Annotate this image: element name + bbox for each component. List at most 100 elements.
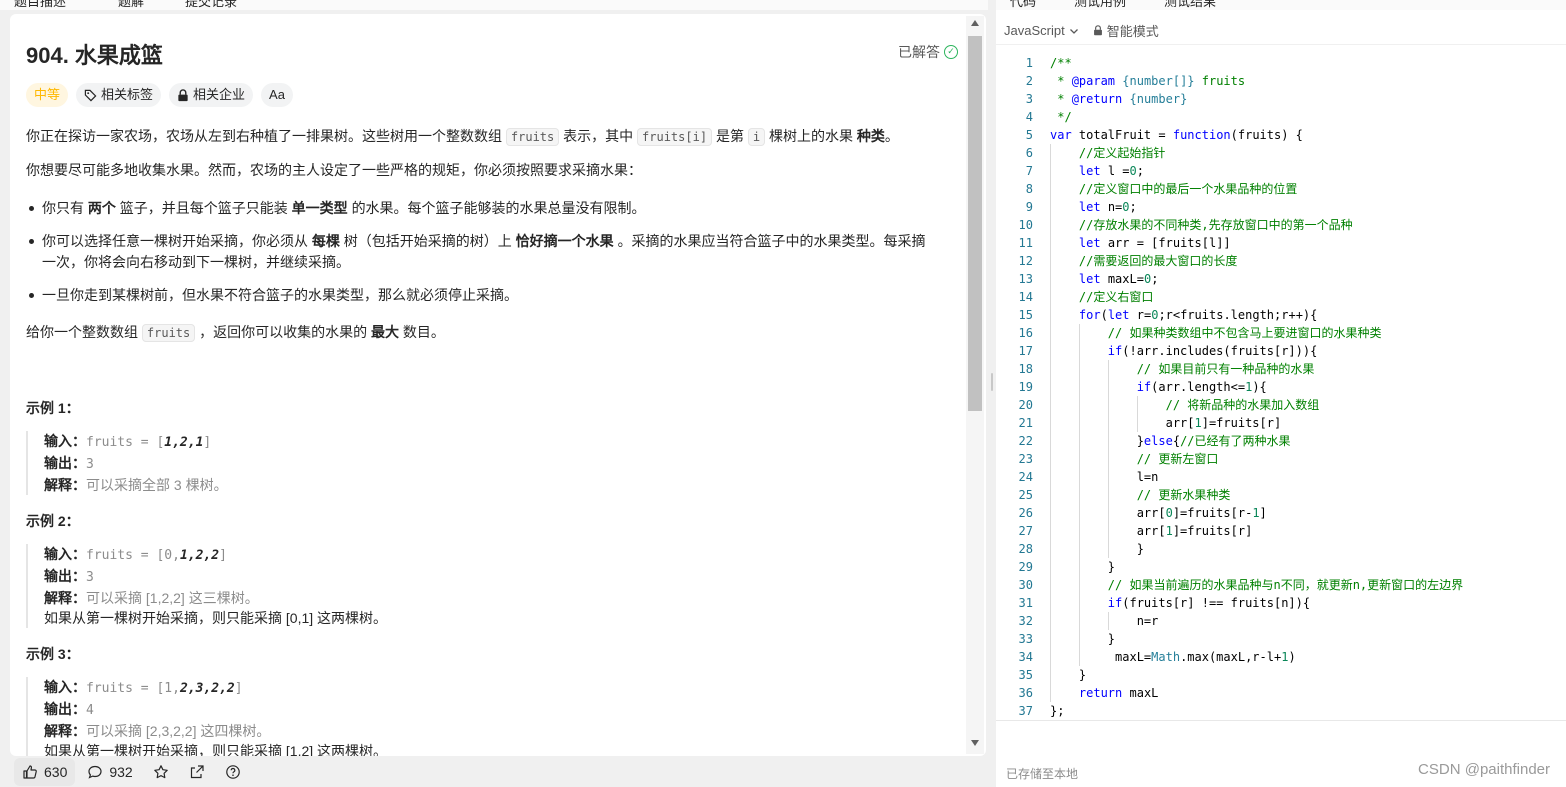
code-line[interactable]: 13 let maxL=0; [996, 270, 1566, 288]
code-text: let arr = [fruits[l]] [1078, 236, 1231, 250]
scrollbar-thumb[interactable] [968, 36, 982, 411]
example-explanation-extra: 如果从第一棵树开始采摘，则只能采摘 [0,1] 这两棵树。 [44, 610, 388, 626]
problem-title: 904. 水果成篮 [26, 43, 163, 68]
code-line[interactable]: 29 } [996, 558, 1566, 576]
code-line[interactable]: 17 if(!arr.includes(fruits[r])){ [996, 342, 1566, 360]
code-line[interactable]: 2 * @param {number[]} fruits [996, 72, 1566, 90]
code-text: } [1050, 668, 1087, 682]
code-line[interactable]: 35 } [996, 666, 1566, 684]
indent-guide [1078, 540, 1080, 558]
code-line[interactable]: 7 let l =0; [996, 162, 1566, 180]
code-text: */ [1050, 110, 1072, 124]
related-companies-button[interactable]: 相关企业 [169, 83, 254, 107]
code-line[interactable]: 18 // 如果目前只有一种品种的水果 [996, 360, 1566, 378]
code-line[interactable]: 9 let n=0; [996, 198, 1566, 216]
smart-mode-toggle[interactable]: 智能模式 [1093, 21, 1159, 40]
code-line[interactable]: 20 // 将新品种的水果加入数组 [996, 396, 1566, 414]
code-text: //存放水果的不同种类,先存放窗口中的第一个品种 [1078, 218, 1353, 232]
problem-panel: 题目描述 题解 提交记录 904. 水果成篮 已解答 ✓ 中等 相关标签 相关企… [0, 0, 988, 787]
code-line[interactable]: 37}; [996, 702, 1566, 720]
text-bold: 两个 [87, 200, 116, 216]
indent-guide [1050, 324, 1051, 342]
inline-code: fruits[i] [637, 128, 713, 146]
text: 棵树上的水果 [768, 128, 853, 144]
code-line[interactable]: 4 */ [996, 108, 1566, 126]
code-editor[interactable]: 1/** 2 * @param {number[]} fruits 3 * @ret… [996, 54, 1566, 722]
tab-description[interactable]: 题目描述 [14, 0, 66, 10]
code-line[interactable]: 5 var totalFruit = function(fruits) { [996, 126, 1566, 144]
code-line[interactable]: 8 //定义窗口中的最后一个水果品种的位置 [996, 180, 1566, 198]
code-line[interactable]: 10 //存放水果的不同种类,先存放窗口中的第一个品种 [996, 216, 1566, 234]
line-number: 27 [1018, 524, 1033, 538]
code-text: maxL=Math.max(maxL,r-l+1) [1050, 650, 1296, 664]
code-line[interactable]: 34 maxL=Math.max(maxL,r-l+1) [996, 648, 1566, 666]
translate-button[interactable]: Aa [261, 83, 293, 107]
code-line[interactable]: 22 }else{//已经有了两种水果 [996, 432, 1566, 450]
share-button[interactable] [181, 758, 213, 786]
code-line[interactable]: 25 // 更新水果种类 [996, 486, 1566, 504]
panel-splitter[interactable] [988, 0, 996, 787]
tab-solutions[interactable]: 题解 [118, 0, 144, 10]
code-line[interactable]: 3 * @return {number} [996, 90, 1566, 108]
code-line[interactable]: 16 // 如果种类数组中不包含马上要进窗口的水果种类 [996, 324, 1566, 342]
text: 数目。 [402, 324, 445, 340]
language-select[interactable]: JavaScript [1004, 23, 1079, 38]
code-text: } [1050, 542, 1144, 556]
code-line[interactable]: 15 for(let r=0;r<fruits.length;r++){ [996, 306, 1566, 324]
example-output: 输出：3 [44, 566, 387, 588]
indent-guide [1050, 432, 1051, 450]
help-button[interactable] [217, 758, 249, 786]
tab-submissions[interactable]: 提交记录 [185, 0, 237, 10]
code-line[interactable]: 23 // 更新左窗口 [996, 450, 1566, 468]
code-line[interactable]: 6 //定义起始指针 [996, 144, 1566, 162]
code-line[interactable]: 11 let arr = [fruits[l]] [996, 234, 1566, 252]
code-line[interactable]: 28 } [996, 540, 1566, 558]
code-line[interactable]: 36 return maxL [996, 684, 1566, 702]
tab-code[interactable]: 代码 [1010, 0, 1036, 10]
explanation-text: 可以采摘 [1,2,2] 这三棵树。 [86, 590, 259, 606]
code-line[interactable]: 33 } [996, 630, 1566, 648]
code-text: }; [1050, 704, 1065, 718]
tab-testcase[interactable]: 测试用例 [1074, 0, 1126, 10]
code-line[interactable]: 32 n=r [996, 612, 1566, 630]
code-line[interactable]: 24 l=n [996, 468, 1566, 486]
code-text: } [1050, 560, 1116, 574]
like-button[interactable]: 630 [14, 758, 76, 786]
code-line[interactable]: 30 // 如果当前遍历的水果品种与n不同，就更新n,更新窗口的左边界 [996, 576, 1566, 594]
splitter-grip[interactable] [991, 373, 993, 391]
output-value: 4 [86, 703, 94, 718]
problem-scrollbar[interactable] [966, 16, 984, 754]
indent-guide [1050, 288, 1051, 306]
bullet-text: 一旦你走到某棵树前，但水果不符合篮子的水果类型，那么就必须停止采摘。 [42, 287, 518, 303]
code-line[interactable]: 31 if(fruits[r] !== fruits[n]){ [996, 594, 1566, 612]
lock-icon [1093, 25, 1102, 36]
code-line[interactable]: 12 //需要返回的最大窗口的长度 [996, 252, 1566, 270]
text: 你可以选择任意一棵树开始采摘，你必须从 [42, 233, 308, 249]
input-suffix: ] [203, 435, 212, 450]
line-number: 22 [1018, 434, 1033, 448]
code-line[interactable]: 14 //定义右窗口 [996, 288, 1566, 306]
example-2-title: 示例 2： [26, 513, 80, 529]
related-tags-button[interactable]: 相关标签 [76, 83, 162, 107]
indent-guide [1078, 450, 1080, 468]
line-number: 8 [1025, 182, 1033, 196]
editor-tabs: 代码 测试用例 测试结果 [996, 0, 1566, 10]
indent-guide [1050, 396, 1051, 414]
description-paragraph-3: 给你一个整数数组 fruits ，返回你可以收集的水果的 最大 数目。 [26, 322, 445, 344]
code-line[interactable]: 21 arr[1]=fruits[r] [996, 414, 1566, 432]
output-label: 输出： [44, 568, 86, 584]
scroll-up-arrow-icon[interactable] [971, 20, 979, 26]
code-line[interactable]: 19 if(arr.length<=1){ [996, 378, 1566, 396]
tab-test-result[interactable]: 测试结果 [1164, 0, 1216, 10]
code-line[interactable]: 1 /** [996, 54, 1566, 72]
indent-guide [1107, 450, 1109, 468]
code-text: var totalFruit = function(fruits) { [1050, 128, 1303, 142]
code-line[interactable]: 27 arr[1]=fruits[r] [996, 522, 1566, 540]
scroll-down-arrow-icon[interactable] [971, 740, 979, 746]
code-line[interactable]: 26 arr[0]=fruits[r-1] [996, 504, 1566, 522]
example-input: 输入：fruits = [0,1,2,2] [44, 544, 387, 566]
comments-button[interactable]: 932 [79, 758, 140, 786]
explanation-label: 解释： [44, 723, 86, 739]
favorite-button[interactable] [145, 758, 177, 786]
text: 表示，其中 [563, 128, 634, 144]
